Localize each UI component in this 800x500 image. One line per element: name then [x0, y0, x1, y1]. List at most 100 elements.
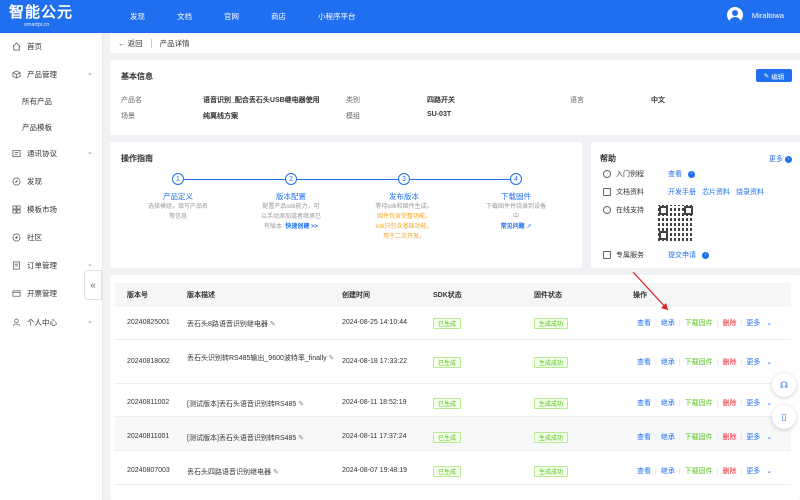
more-label: 更多: [746, 400, 761, 407]
nav-official-site[interactable]: 官网: [224, 11, 239, 22]
edit-button[interactable]: ✎ 编辑: [756, 69, 792, 82]
submit-request-link[interactable]: 提交申请: [668, 250, 696, 260]
step-desc-line: 以手动添加或者继承已: [260, 214, 321, 220]
firmware-status-badge: 生成成功: [534, 357, 569, 368]
user-menu[interactable]: Miraltowa: [726, 7, 784, 23]
invoice-icon: [12, 290, 21, 297]
edit-icon[interactable]: ✎: [329, 355, 335, 362]
row-version: 20240818002: [127, 358, 170, 365]
more-label: 更多: [746, 434, 761, 441]
inherit-button[interactable]: 继承: [661, 466, 675, 476]
qr-corner: [684, 206, 693, 215]
chevron-down-icon: ⌄: [766, 359, 773, 366]
sidebar-item-all-products[interactable]: 所有产品: [22, 96, 52, 107]
nav-store[interactable]: 商店: [271, 11, 286, 22]
step-desc-line: 下载固件并烧录到设备: [485, 204, 546, 210]
inherit-button[interactable]: 继承: [661, 398, 675, 408]
chevron-down-icon: ⌄: [766, 434, 773, 441]
step-desc-line: 配置产品sdk能力，可: [262, 204, 320, 210]
download-firmware-button[interactable]: 下载固件: [685, 432, 713, 442]
flash-docs-link[interactable]: 烧录资料: [736, 187, 764, 197]
sidebar-item-community[interactable]: 社区: [12, 232, 42, 243]
step-desc-line: 等待sdk和固件生成。: [375, 204, 433, 210]
nav-miniprogram[interactable]: 小程序平台: [318, 11, 356, 22]
collapse-sidebar-button[interactable]: «: [84, 270, 102, 300]
edit-icon[interactable]: ✎: [270, 321, 276, 328]
row-actions: 查看 | 继承 | 下载固件 | 删除 | 更多 ⌄: [637, 357, 780, 367]
delete-button[interactable]: 删除: [722, 398, 736, 408]
dev-manual-link[interactable]: 开发手册: [668, 187, 696, 197]
row-created: 2024-08-07 19:48:19: [342, 467, 407, 474]
edit-icon[interactable]: ✎: [298, 401, 304, 408]
row-desc-text: 丢石头四路语音识别继电器: [187, 469, 271, 476]
firmware-status-badge: 生成成功: [534, 398, 569, 409]
sidebar-item-product-templates[interactable]: 产品模板: [22, 122, 52, 133]
download-firmware-button[interactable]: 下载固件: [685, 357, 713, 367]
market-icon: [12, 205, 21, 214]
sidebar-item-product-management[interactable]: 产品管理: [12, 69, 57, 80]
logo[interactable]: 智能公元 smartpi.cn: [9, 5, 85, 29]
edit-icon[interactable]: ✎: [273, 469, 279, 476]
download-firmware-button[interactable]: 下载固件: [685, 466, 713, 476]
more-label: 更多: [746, 468, 761, 475]
customer-service-button[interactable]: ☊: [772, 373, 796, 397]
faq-link[interactable]: 常见问题: [501, 224, 525, 230]
more-button[interactable]: 更多 ⌄: [746, 398, 776, 408]
delete-button[interactable]: 删除: [722, 466, 736, 476]
inherit-button[interactable]: 继承: [661, 357, 675, 367]
more-button[interactable]: 更多 ⌄: [746, 318, 776, 328]
row-version: 20240825001: [127, 319, 170, 326]
sidebar-item-home[interactable]: 首页: [12, 41, 42, 52]
tutorial-view-link[interactable]: 查看: [668, 169, 682, 179]
row-version: 20240807003: [127, 467, 170, 474]
compass-icon: [12, 177, 21, 186]
view-button[interactable]: 查看: [637, 432, 651, 442]
user-name[interactable]: Miraltowa: [752, 11, 784, 20]
sidebar-item-label: 首页: [27, 42, 42, 51]
logo-text: 智能公元: [9, 4, 74, 21]
basic-info-title: 基本信息: [121, 72, 153, 81]
avatar[interactable]: [726, 7, 743, 23]
view-button[interactable]: 查看: [637, 398, 651, 408]
download-firmware-button[interactable]: 下载固件: [685, 318, 713, 328]
order-icon: [12, 261, 21, 270]
sidebar-item-orders[interactable]: 订单管理: [12, 260, 57, 271]
chip-docs-link[interactable]: 芯片资料: [702, 187, 730, 197]
row-desc-text: 丢石头识别转RS485输出_9600波特率_finally: [187, 355, 327, 362]
sidebar-item-protocol[interactable]: 通讯协议: [12, 148, 57, 159]
step-1-title: 产品定义: [163, 192, 193, 201]
edit-icon[interactable]: ✎: [298, 435, 304, 442]
chevron-down-icon: ⌄: [766, 400, 773, 407]
sdk-status-badge: 已生成: [433, 466, 462, 477]
row-version: 20240811001: [127, 433, 170, 440]
help-more-link[interactable]: 更多 ›: [769, 154, 792, 164]
quick-create-link[interactable]: 快速创建 >>: [285, 224, 318, 230]
sidebar-item-discover[interactable]: 发现: [12, 176, 42, 187]
nav-discover[interactable]: 发现: [130, 11, 145, 22]
more-button[interactable]: 更多 ⌄: [746, 357, 776, 367]
more-button[interactable]: 更多 ⌄: [746, 466, 776, 476]
more-button[interactable]: 更多 ⌄: [746, 432, 776, 442]
download-firmware-button[interactable]: 下载固件: [685, 398, 713, 408]
sidebar-item-profile[interactable]: 个人中心: [12, 317, 57, 328]
step-2-number: 2: [285, 173, 297, 185]
page-title: 产品详情: [159, 38, 190, 48]
sidebar-item-template-market[interactable]: 模板市场: [12, 204, 57, 215]
guide-title: 操作指南: [121, 154, 153, 163]
delete-button[interactable]: 删除: [722, 357, 736, 367]
view-button[interactable]: 查看: [637, 357, 651, 367]
inherit-button[interactable]: 继承: [661, 432, 675, 442]
help-more-label: 更多: [769, 156, 783, 163]
delete-button[interactable]: 删除: [722, 318, 736, 328]
service-icon: [603, 251, 611, 259]
category-value: 四路开关: [427, 97, 455, 104]
nav-docs[interactable]: 文档: [177, 11, 192, 22]
guide-book-button[interactable]: ▯: [772, 405, 796, 429]
sidebar-item-invoices[interactable]: 开票管理: [12, 288, 57, 299]
back-button[interactable]: ← 返回: [118, 38, 143, 49]
step-desc-text: 有版本: [263, 224, 282, 230]
view-button[interactable]: 查看: [637, 466, 651, 476]
delete-button[interactable]: 删除: [722, 432, 736, 442]
step-desc-line: 中: [512, 214, 519, 220]
cube-icon: [12, 70, 21, 79]
